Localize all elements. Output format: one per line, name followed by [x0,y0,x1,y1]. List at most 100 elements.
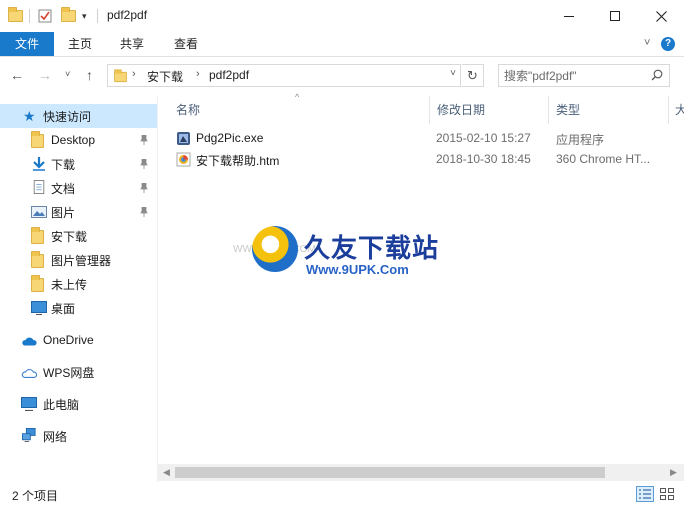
recent-locations-icon[interactable]: ˅ [65,69,70,79]
column-header-modified[interactable]: 修改日期 [437,96,485,124]
breadcrumb-item[interactable]: pdf2pdf [209,68,249,82]
maximize-icon [610,11,620,21]
scrollbar-thumb[interactable] [175,467,605,478]
chevron-down-icon[interactable]: ˅ [644,37,650,49]
exe-icon [177,132,190,145]
title-bar: ▾ pdf2pdf [0,0,684,32]
properties-icon[interactable] [38,8,52,24]
pin-icon[interactable] [140,159,148,169]
sidebar-item-label: WPS网盘 [43,365,95,380]
pin-icon[interactable] [140,183,148,193]
scroll-right-icon[interactable]: ▶ [670,467,677,478]
folder-icon [31,227,47,244]
sidebar-item-not-uploaded[interactable]: 未上传 [0,272,157,296]
breadcrumb-item[interactable]: 安下载 [147,68,183,85]
folder-icon [31,251,47,268]
up-arrow-icon[interactable]: ↑ [86,67,93,83]
refresh-button[interactable]: ↻ [462,64,484,87]
file-row[interactable]: 安下载帮助.htm 2018-10-30 18:45 360 Chrome HT… [170,149,670,170]
address-bar[interactable]: › 安下载 › pdf2pdf ˅ [107,64,461,87]
tab-home[interactable]: 主页 [56,32,104,56]
html-file-icon [176,152,191,167]
sidebar-item-label: OneDrive [43,333,94,347]
search-box [498,64,670,87]
sidebar-item-label: 图片管理器 [51,253,112,268]
pane-divider[interactable] [157,96,158,484]
sidebar-item-quick-access[interactable]: ★ 快速访问 [0,104,157,128]
cloud-icon [22,337,37,346]
watermark-title: 久友下载站 [304,233,440,263]
minimize-icon [564,15,574,17]
sidebar-item-label: 安下载 [51,229,88,244]
sidebar-item-label: 此电脑 [43,397,80,412]
folder-icon [8,7,23,24]
sidebar-item-label: 桌面 [51,301,76,316]
file-modified: 2018-10-30 18:45 [436,152,531,166]
column-divider[interactable] [668,96,669,124]
sidebar-item-pictures[interactable]: 图片 [0,200,157,224]
sidebar-item-desktop[interactable]: Desktop [0,128,157,152]
horizontal-scrollbar[interactable]: ◀ ▶ [158,464,684,481]
new-folder-icon[interactable] [61,7,76,24]
item-count: 2 个项目 [12,489,59,503]
watermark: WWW.9UPK.COM 久友下载站 Www.9UPK.Com [228,210,448,300]
sidebar-item-network[interactable]: 网络 [0,424,157,448]
column-header-size[interactable]: 大 [675,96,684,124]
star-icon: ★ [23,108,36,124]
network-icon [22,428,36,442]
chevron-right-icon[interactable]: › [132,68,136,80]
column-header-type[interactable]: 类型 [556,96,580,124]
pin-icon[interactable] [140,135,148,145]
forward-arrow-icon[interactable]: → [38,67,52,83]
status-bar: 2 个项目 [0,482,684,507]
sidebar-item-label: Desktop [51,133,96,147]
file-name: Pdg2Pic.exe [196,131,264,145]
search-input[interactable] [504,67,644,84]
desktop-icon [31,301,47,315]
folder-icon [31,131,47,148]
divider [29,9,30,23]
address-dropdown-icon[interactable]: ˅ [450,68,456,79]
watermark-logo-icon [252,226,298,272]
scroll-left-icon[interactable]: ◀ [163,467,170,478]
details-view-button[interactable] [636,486,654,502]
tab-view[interactable]: 查看 [162,32,210,56]
sidebar-item-downloads[interactable]: 下载 [0,152,157,176]
sidebar-item-label: 图片 [51,205,76,220]
folder-icon [31,275,47,292]
cloud-icon [21,369,37,378]
file-name: 安下载帮助.htm [196,154,280,168]
sidebar-item-picture-manager[interactable]: 图片管理器 [0,248,157,272]
tab-file[interactable]: 文件 [0,32,54,56]
search-icon[interactable] [651,69,663,81]
download-icon [33,157,45,171]
help-icon[interactable]: ? [661,37,675,51]
close-button[interactable] [638,0,684,32]
sidebar-item-onedrive[interactable]: OneDrive [0,328,157,352]
chevron-right-icon[interactable]: › [196,68,200,80]
details-view-icon [639,489,651,499]
file-type: 360 Chrome HT... [556,152,651,166]
minimize-button[interactable] [546,0,592,32]
column-divider[interactable] [429,96,430,124]
column-divider[interactable] [548,96,549,124]
back-arrow-icon[interactable]: ← [10,67,24,83]
sidebar-item-anxiazai[interactable]: 安下载 [0,224,157,248]
sort-ascending-icon: ^ [295,92,300,102]
divider [97,9,98,23]
sidebar-item-this-pc[interactable]: 此电脑 [0,392,157,416]
pin-icon[interactable] [140,207,148,217]
file-row[interactable]: Pdg2Pic.exe 2015-02-10 15:27 应用程序 [170,128,670,149]
maximize-button[interactable] [592,0,638,32]
computer-icon [21,397,37,411]
document-icon [33,180,45,194]
sidebar-item-desktop-cn[interactable]: 桌面 [0,296,157,320]
sidebar-item-documents[interactable]: 文档 [0,176,157,200]
watermark-url: Www.9UPK.Com [306,262,409,277]
customize-toolbar-icon[interactable]: ▾ [82,8,87,24]
tab-share[interactable]: 共享 [108,32,156,56]
large-icons-view-button[interactable] [658,486,676,502]
sidebar-item-wps[interactable]: WPS网盘 [0,360,157,384]
column-header-name[interactable]: 名称 [176,96,200,124]
folder-icon [114,69,127,83]
